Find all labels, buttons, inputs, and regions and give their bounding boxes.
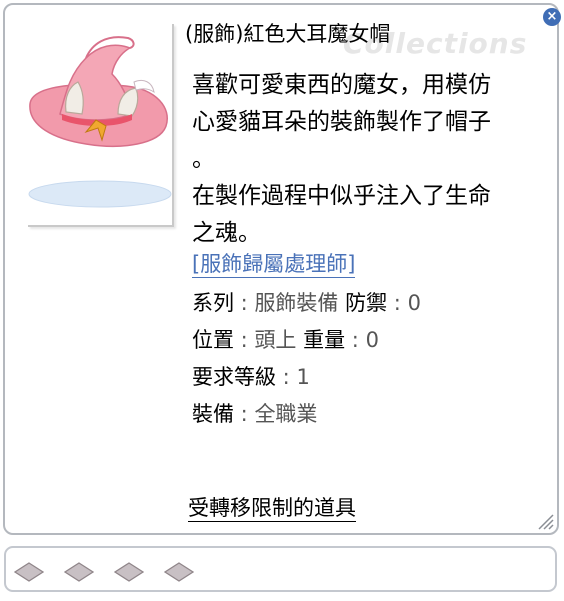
description-line: 喜歡可愛東西的魔女，用模仿 xyxy=(192,72,491,98)
empty-card-slot-icon[interactable] xyxy=(14,557,44,587)
level-value: 1 xyxy=(296,365,310,389)
item-info-window: × Collections (服飾)紅色大耳魔女帽 喜歡可愛東西的魔女，用模仿 xyxy=(3,3,561,535)
series-label: 系列 xyxy=(192,291,234,315)
position-label: 位置 xyxy=(192,328,234,352)
position-row: 位置 : 頭上 重量 : 0 xyxy=(192,328,379,352)
item-title: (服飾)紅色大耳魔女帽 xyxy=(185,22,391,46)
empty-card-slot-icon[interactable] xyxy=(164,557,194,587)
empty-card-slot-icon[interactable] xyxy=(64,557,94,587)
owner-npc-link[interactable]: [服飾歸屬處理師] xyxy=(192,251,356,278)
card-slot-bar xyxy=(4,546,557,592)
series-value: 服飾裝備 xyxy=(254,291,339,315)
resize-grip-icon[interactable] xyxy=(535,511,555,531)
transfer-restriction-link[interactable]: 受轉移限制的道具 xyxy=(188,496,356,522)
description-line: 在製作過程中似乎注入了生命 xyxy=(192,183,491,209)
description-line: 。 xyxy=(192,146,215,172)
empty-card-slot-icon[interactable] xyxy=(114,557,144,587)
level-label: 要求等級 xyxy=(192,365,276,389)
equip-row: 裝備 : 全職業 xyxy=(192,402,318,426)
witch-hat-image xyxy=(28,36,172,208)
item-description: 喜歡可愛東西的魔女，用模仿 心愛貓耳朵的裝飾製作了帽子 。 在製作過程中似乎注入… xyxy=(192,67,538,252)
defense-label: 防禦 xyxy=(345,291,388,315)
position-value: 頭上 xyxy=(254,328,297,352)
hat-shadow xyxy=(28,180,172,208)
weight-label: 重量 xyxy=(303,328,346,352)
description-line: 之魂。 xyxy=(192,220,261,246)
close-icon[interactable]: × xyxy=(543,8,561,26)
item-properties: 系列 : 服飾裝備 防禦 : 0 位置 : 頭上 重量 : 0 要求等級 : 1… xyxy=(192,289,421,437)
item-image-frame xyxy=(26,22,172,225)
level-row: 要求等級 : 1 xyxy=(192,365,310,389)
description-line: 心愛貓耳朵的裝飾製作了帽子 xyxy=(192,109,491,135)
weight-value: 0 xyxy=(365,328,379,352)
equip-label: 裝備 xyxy=(192,402,234,426)
series-row: 系列 : 服飾裝備 防禦 : 0 xyxy=(192,291,421,315)
defense-value: 0 xyxy=(407,291,421,315)
equip-value: 全職業 xyxy=(254,402,318,426)
